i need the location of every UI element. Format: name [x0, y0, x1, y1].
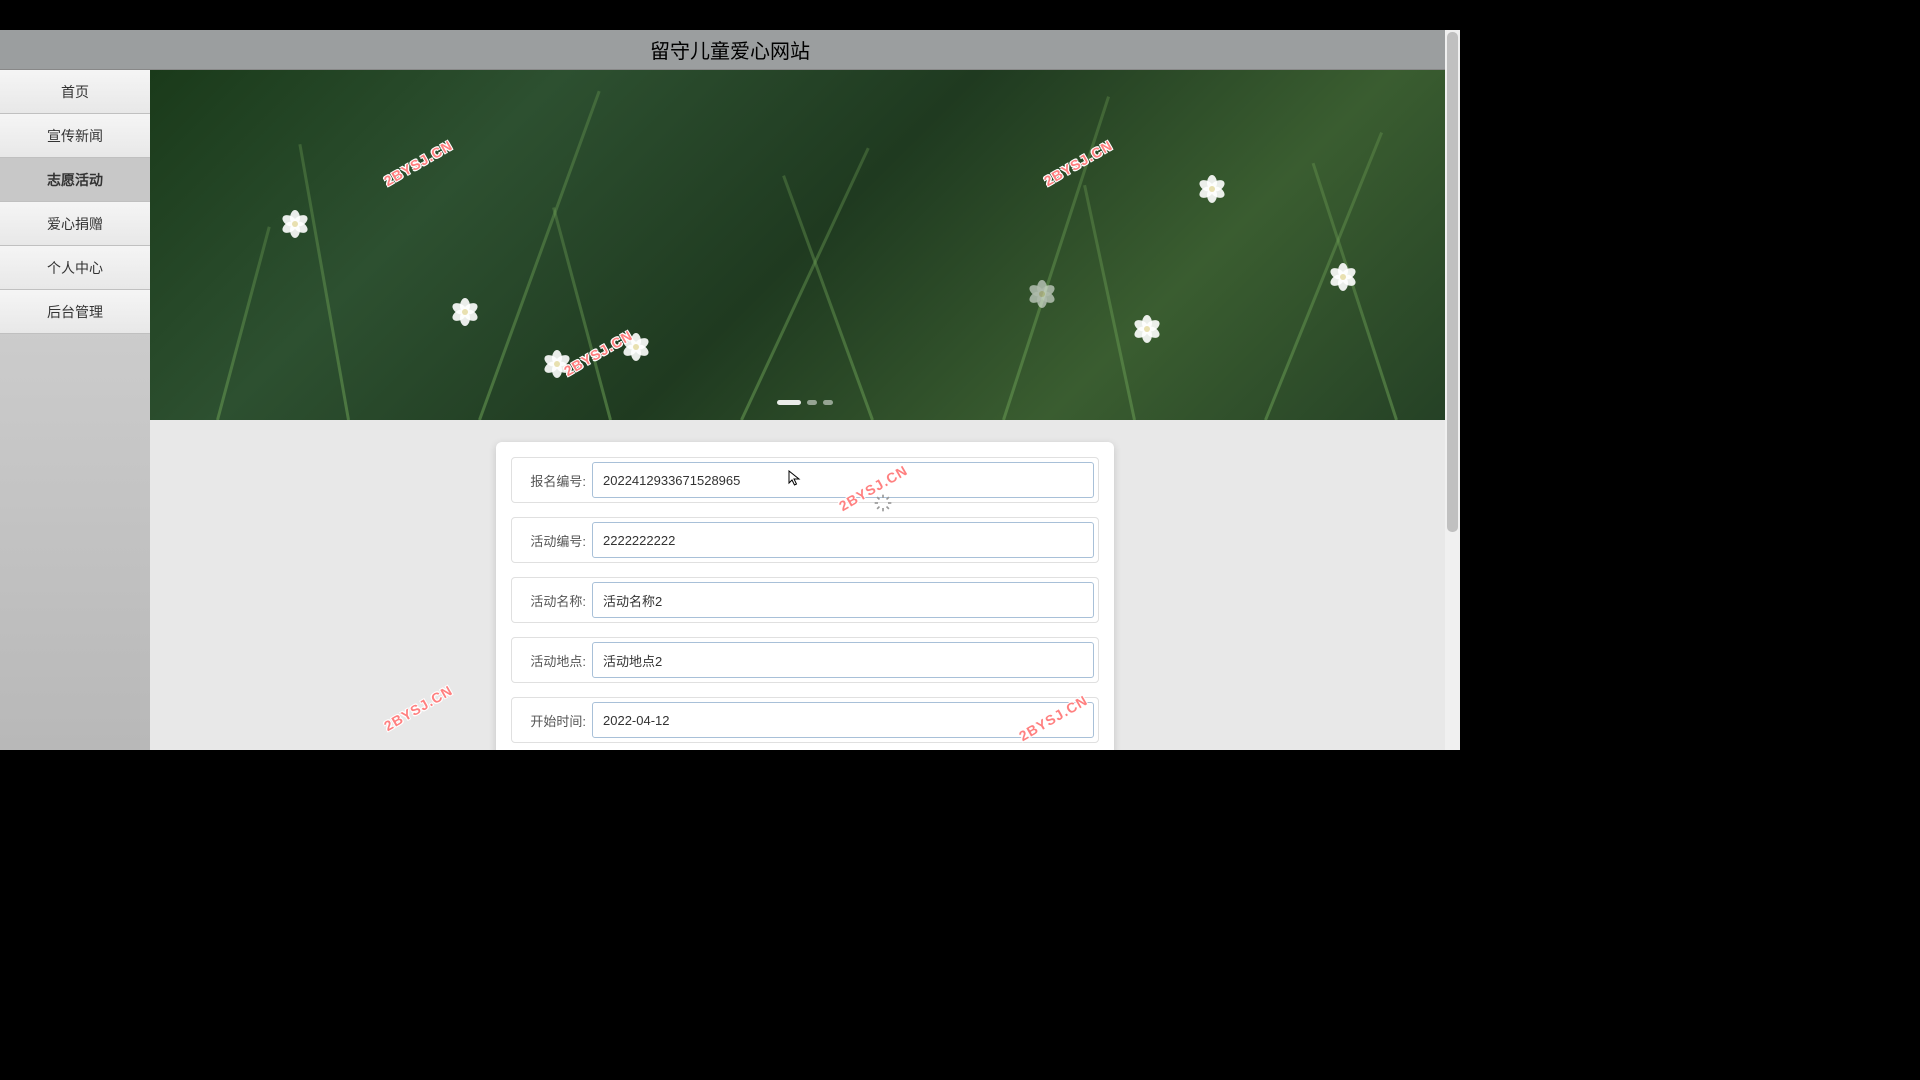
content-area: 2BYSJ.CN 2BYSJ.CN 2BYSJ.CN: [150, 70, 1460, 750]
sidebar-item-volunteer[interactable]: 志愿活动: [0, 158, 150, 202]
form-label: 报名编号:: [514, 471, 590, 490]
start-time-input[interactable]: [592, 702, 1094, 738]
form-row-registration-id: 报名编号:: [511, 457, 1099, 503]
sidebar-item-home[interactable]: 首页: [0, 70, 150, 114]
sidebar-item-label: 志愿活动: [47, 170, 103, 190]
sidebar: 首页 宣传新闻 志愿活动 爱心捐赠 个人中心 后台管理: [0, 70, 150, 750]
activity-location-input[interactable]: [592, 642, 1094, 678]
scrollbar-thumb[interactable]: [1447, 32, 1458, 532]
form-label: 活动地点:: [514, 651, 590, 670]
banner-carousel[interactable]: 2BYSJ.CN 2BYSJ.CN 2BYSJ.CN: [150, 70, 1460, 420]
sidebar-item-label: 爱心捐赠: [47, 214, 103, 234]
sidebar-item-label: 个人中心: [47, 258, 103, 278]
form-row-activity-id: 活动编号:: [511, 517, 1099, 563]
form-row-activity-location: 活动地点:: [511, 637, 1099, 683]
registration-id-input[interactable]: [592, 462, 1094, 498]
form-row-start-time: 开始时间:: [511, 697, 1099, 743]
form-row-activity-name: 活动名称:: [511, 577, 1099, 623]
watermark: 2BYSJ.CN: [381, 682, 455, 734]
sidebar-item-profile[interactable]: 个人中心: [0, 246, 150, 290]
sidebar-item-news[interactable]: 宣传新闻: [0, 114, 150, 158]
sidebar-item-donation[interactable]: 爱心捐赠: [0, 202, 150, 246]
sidebar-item-label: 首页: [61, 82, 89, 102]
header: 留守儿童爱心网站: [0, 30, 1460, 70]
form-label: 活动编号:: [514, 531, 590, 550]
carousel-indicator-3[interactable]: [823, 400, 833, 405]
sidebar-item-label: 宣传新闻: [47, 126, 103, 146]
sidebar-item-admin[interactable]: 后台管理: [0, 290, 150, 334]
loading-icon: [873, 493, 893, 513]
page-title: 留守儿童爱心网站: [650, 35, 810, 64]
form-card: 报名编号: 活动编号: 活动名称: 活动地点: 开始时间:: [496, 442, 1114, 750]
form-label: 活动名称:: [514, 591, 590, 610]
activity-id-input[interactable]: [592, 522, 1094, 558]
form-label: 开始时间:: [514, 711, 590, 730]
sidebar-item-label: 后台管理: [47, 302, 103, 322]
activity-name-input[interactable]: [592, 582, 1094, 618]
carousel-indicators: [777, 400, 833, 405]
scrollbar[interactable]: [1445, 30, 1460, 750]
carousel-indicator-2[interactable]: [807, 400, 817, 405]
carousel-indicator-1[interactable]: [777, 400, 801, 405]
